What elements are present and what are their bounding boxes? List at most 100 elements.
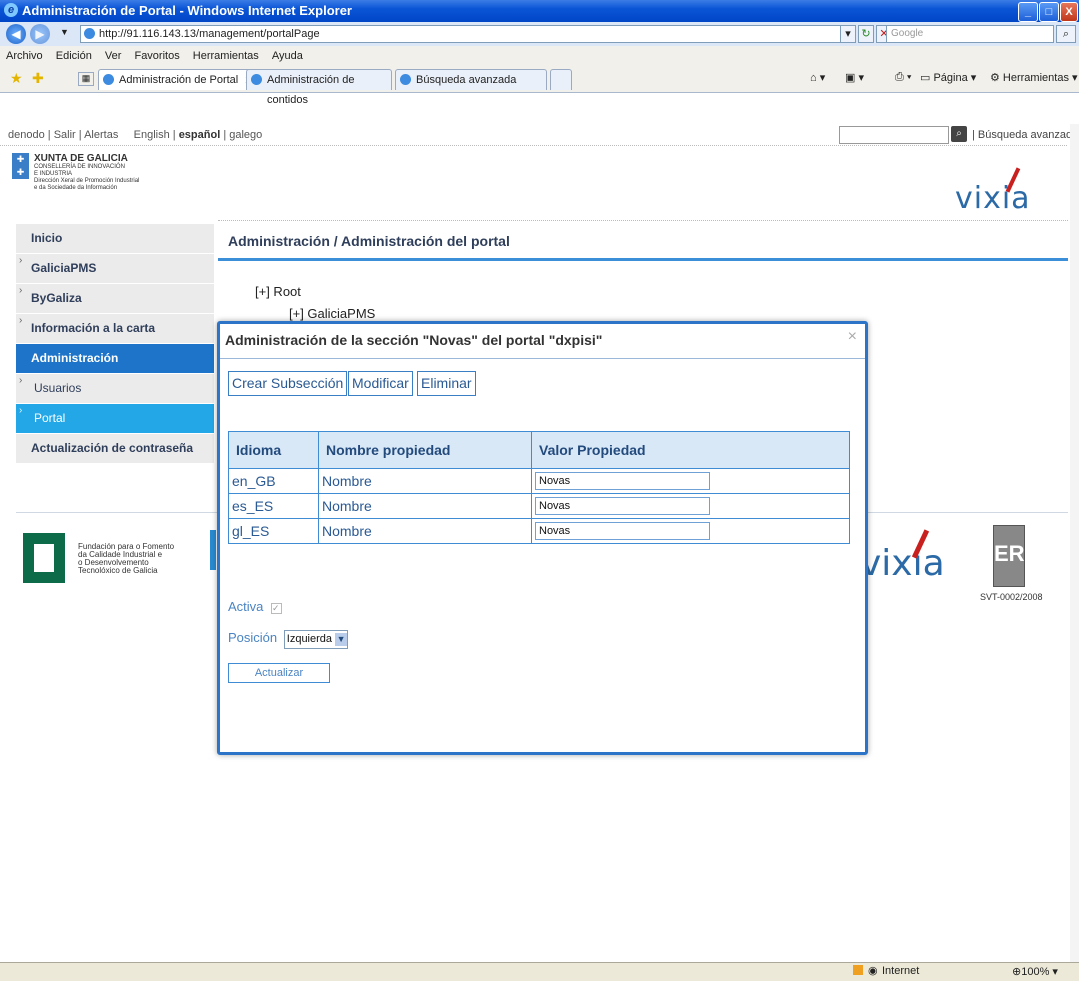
address-bar: ◀ ▶ ▼ http://91.116.143.13/management/po… [0, 22, 1079, 47]
advanced-search-label: Búsqueda avanzada [977, 129, 1079, 141]
sidebar-item-label: Actualización de contraseña [31, 441, 194, 455]
divider [218, 220, 1068, 221]
sidebar-item-administracion[interactable]: Administración [16, 344, 214, 374]
zoom-value: 100% [1021, 966, 1050, 978]
search-provider-field[interactable]: Google [886, 25, 1054, 43]
quick-tabs-icon[interactable]: ▦ [78, 72, 94, 86]
top-links: denodo | Salir | Alertas English | españ… [8, 129, 263, 141]
tab-label: Administración de Portal [119, 74, 239, 86]
menu-edicion[interactable]: Edición [56, 50, 92, 62]
page-title: Administración / Administración del port… [228, 233, 510, 249]
position-value: Izquierda [286, 633, 333, 645]
feeds-icon[interactable]: ▣ ▾ [845, 71, 864, 84]
refresh-icon[interactable]: ↻ [858, 25, 874, 43]
column-header: Idioma [228, 431, 319, 469]
forward-arrow-icon[interactable]: ▶ [30, 24, 50, 44]
active-label: Activa [228, 599, 264, 614]
value-input[interactable]: Novas [535, 472, 710, 490]
page-icon [103, 74, 114, 85]
create-subsection-button[interactable]: Crear Subsección [228, 371, 348, 396]
url-field[interactable]: http://91.116.143.13/management/portalPa… [80, 25, 856, 43]
page-scrollbar[interactable] [1070, 124, 1079, 962]
active-checkbox[interactable]: ✓ [271, 603, 283, 614]
page-icon [251, 74, 262, 85]
add-favorite-icon[interactable]: ✚ [32, 70, 44, 87]
aenor-er-logo: ER [993, 525, 1025, 587]
value-input[interactable]: Novas [535, 522, 710, 540]
sidebar-item-usuarios[interactable]: › Usuarios [16, 374, 214, 404]
user-link[interactable]: denodo [8, 129, 45, 141]
tab-administracion-portal[interactable]: Administración de Portal x [98, 69, 258, 90]
url-text: http://91.116.143.13/management/portalPa… [99, 28, 320, 40]
status-bar: ◉ Internet ⊕100% ▾ [0, 962, 1079, 981]
value-input[interactable]: Novas [535, 497, 710, 515]
menu-ayuda[interactable]: Ayuda [272, 50, 303, 62]
sidebar-item-password[interactable]: Actualización de contraseña [16, 434, 214, 464]
tab-busqueda-avanzada[interactable]: Búsqueda avanzada [395, 69, 547, 90]
minimize-button[interactable]: _ [1018, 2, 1038, 22]
logout-link[interactable]: Salir [54, 129, 76, 141]
lang-en-link[interactable]: English [134, 129, 170, 141]
favorites-star-icon[interactable]: ★ [10, 70, 23, 87]
tools-menu[interactable]: ⚙ Herramientas ▾ [990, 71, 1078, 84]
value-cell: Novas [531, 468, 850, 494]
close-window-button[interactable]: X [1060, 2, 1078, 22]
url-dropdown-icon[interactable]: ▾ [840, 25, 856, 43]
tab-bar: ★ ✚ ▦ Administración de Portal x Adminis… [0, 66, 1079, 106]
lang-gl-link[interactable]: galego [229, 129, 262, 141]
globe-icon: ◉ [868, 965, 878, 977]
window-titlebar: e Administración de Portal - Windows Int… [0, 0, 1079, 22]
table-header-row: Idioma Nombre propiedad Valor Propiedad [228, 431, 850, 469]
sidebar-item-galiciapms[interactable]: › GaliciaPMS [16, 254, 214, 284]
sidebar-item-informacion[interactable]: › Información a la carta [16, 314, 214, 344]
tab-label: Búsqueda avanzada [416, 74, 517, 86]
zoom-level[interactable]: ⊕100% ▾ [1012, 965, 1058, 978]
page-icon [84, 28, 95, 39]
prop-cell: Nombre [318, 468, 532, 494]
tree-node-galiciapms[interactable]: [+] GaliciaPMS [289, 306, 375, 321]
galicia-emblem-icon: ✚ ✚ [12, 153, 29, 179]
print-icon[interactable]: ⎙ ▾ [895, 71, 911, 84]
magnifier-icon[interactable]: ⌕ [1056, 25, 1076, 43]
home-icon[interactable]: ⌂ ▾ [810, 71, 825, 84]
sidebar-item-inicio[interactable]: Inicio [16, 224, 214, 254]
menu-favoritos[interactable]: Favoritos [134, 50, 179, 62]
close-icon[interactable]: × [848, 328, 857, 346]
search-icon[interactable]: ⌕ [951, 126, 967, 142]
back-arrow-icon[interactable]: ◀ [6, 24, 26, 44]
sidebar-item-portal[interactable]: › Portal [16, 404, 214, 434]
vixia-logo: vixia [955, 167, 1031, 216]
tree-node-root[interactable]: [+] Root [255, 284, 301, 299]
vixia-footer-text: vixia [860, 543, 945, 584]
advanced-search-link[interactable]: | Búsqueda avanzada [972, 129, 1078, 141]
page-icon [400, 74, 411, 85]
new-tab-button[interactable] [550, 69, 572, 90]
prop-cell: Nombre [318, 518, 532, 544]
chevron-right-icon: › [19, 255, 23, 266]
value-cell: Novas [531, 493, 850, 519]
menu-ver[interactable]: Ver [105, 50, 122, 62]
sidebar-item-label: GaliciaPMS [31, 261, 97, 275]
menu-herramientas[interactable]: Herramientas [193, 50, 259, 62]
active-field: Activa ✓ [228, 599, 283, 614]
table-row: es_ES Nombre Novas [228, 493, 850, 519]
history-dropdown-icon[interactable]: ▼ [60, 27, 69, 37]
modify-button[interactable]: Modificar [348, 371, 413, 396]
position-select[interactable]: Izquierda ▼ [283, 630, 349, 649]
page-menu[interactable]: ▭ Página ▾ [920, 71, 976, 84]
maximize-button[interactable]: □ [1039, 2, 1059, 22]
fundacion-line: Tecnolóxico de Galicia [78, 566, 158, 575]
update-button[interactable]: Actualizar [228, 663, 330, 683]
menu-archivo[interactable]: Archivo [6, 50, 43, 62]
delete-button[interactable]: Eliminar [417, 371, 476, 396]
alerts-link[interactable]: Alertas [84, 129, 118, 141]
lang-es-link[interactable]: español [179, 129, 221, 141]
section-admin-dialog: Administración de la sección "Novas" del… [217, 321, 868, 755]
fundacion-text: Fundación para o Fomento da Calidade Ind… [78, 543, 174, 575]
footer-logo-fragment [210, 530, 216, 570]
tools-menu-label: Herramientas [1002, 72, 1069, 84]
position-label: Posición [228, 630, 278, 645]
tab-administracion-contidos[interactable]: Administración de contidos [246, 69, 392, 106]
site-search-input[interactable] [839, 126, 949, 144]
sidebar-item-bygaliza[interactable]: › ByGaliza [16, 284, 214, 314]
